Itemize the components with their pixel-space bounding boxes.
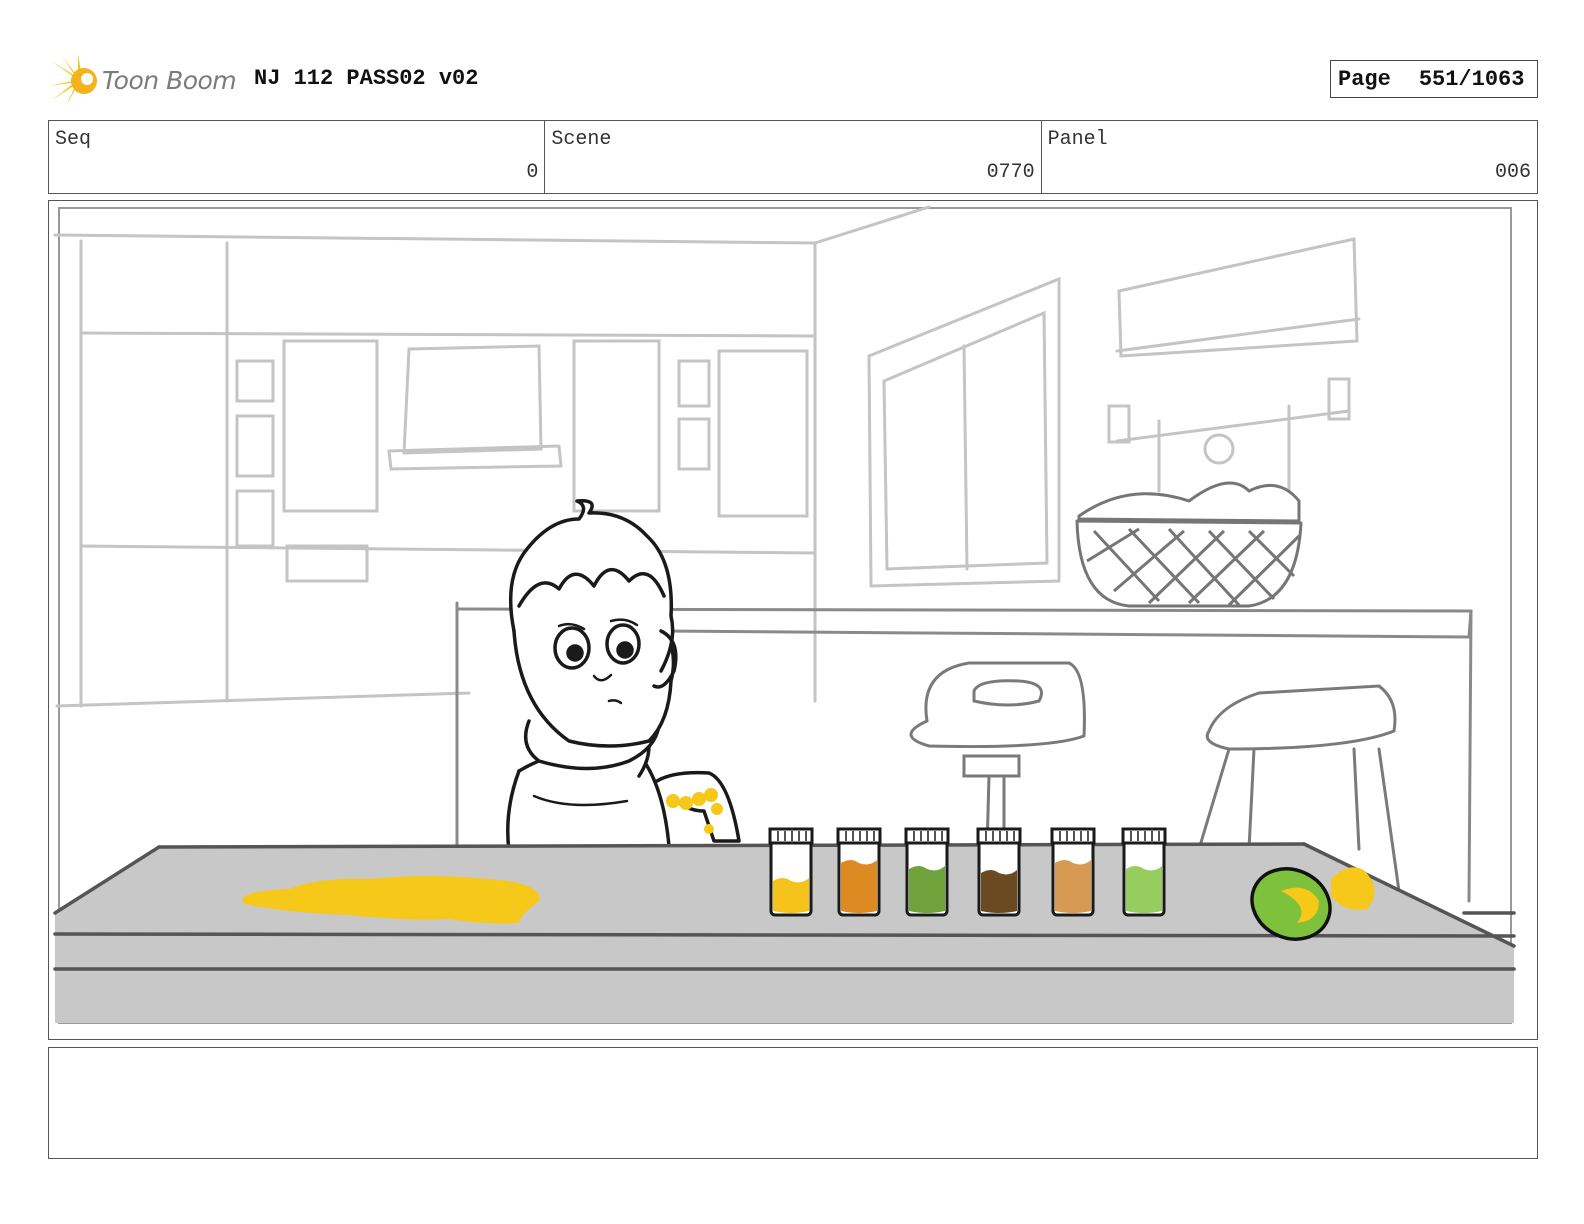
spice-jar: [768, 827, 814, 917]
page-label: Page: [1338, 66, 1391, 92]
panel-value: 006: [1494, 161, 1531, 184]
scene-value: 0770: [986, 161, 1035, 184]
scene-cell: Scene 0770: [545, 121, 1042, 193]
seq-value: 0: [526, 161, 539, 184]
spice-jar: [904, 827, 950, 917]
toon-boom-logo: Toon Boom: [48, 52, 237, 108]
page-indicator: Page 551/1063: [1330, 60, 1538, 98]
panel-cell: Panel 006: [1042, 121, 1537, 193]
scene-info-table: Seq 0 Scene 0770 Panel 006: [48, 120, 1538, 194]
logo-text: Toon Boom: [102, 65, 237, 95]
seq-label: Seq: [55, 128, 92, 151]
spice-jar: [1050, 827, 1096, 917]
spice-jar: [836, 827, 882, 917]
storyboard-panel: [48, 200, 1538, 1040]
scene-label: Scene: [551, 128, 612, 151]
page-number: 551/1063: [1418, 66, 1525, 92]
starburst-icon: [48, 54, 97, 106]
panel-label: Panel: [1047, 128, 1108, 151]
bread-basket: [1075, 481, 1303, 608]
seq-cell: Seq 0: [49, 121, 546, 193]
project-title: NJ 112 PASS02 v02: [254, 66, 479, 91]
panel-drawing: [53, 205, 1516, 1024]
spice-jar: [976, 827, 1022, 917]
notes-box: [48, 1047, 1538, 1159]
page-header: Toon Boom NJ 112 PASS02 v02 Page 551/1063: [48, 48, 1538, 112]
spice-jar: [1121, 827, 1167, 917]
